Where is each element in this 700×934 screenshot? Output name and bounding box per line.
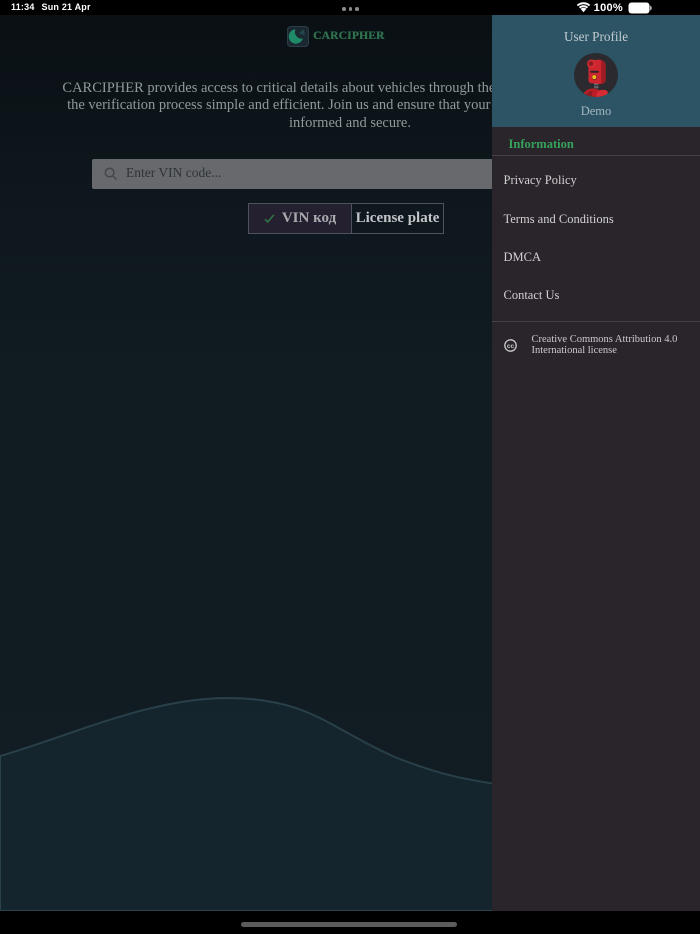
svg-text:cc: cc (507, 343, 515, 350)
